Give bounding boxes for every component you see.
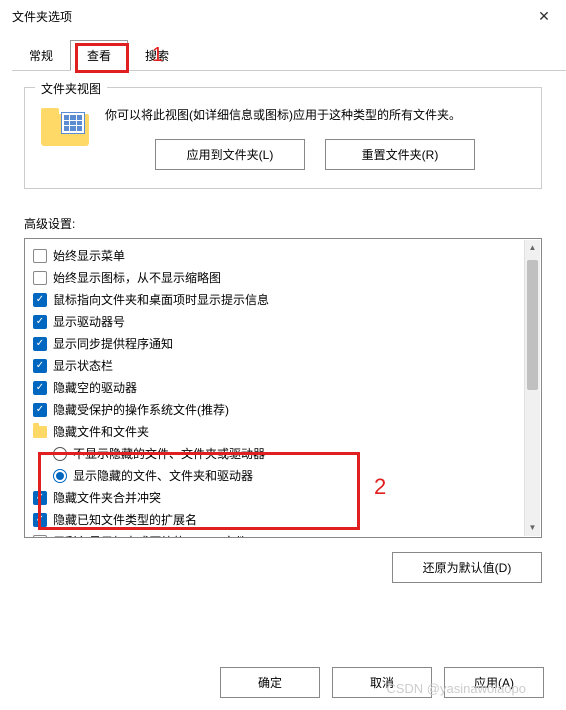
ok-button[interactable]: 确定 <box>220 667 320 698</box>
advanced-settings-tree: 始终显示菜单 始终显示图标，从不显示缩略图 鼠标指向文件夹和桌面项时显示提示信息… <box>24 238 542 538</box>
annotation-label-2: 2 <box>374 474 386 500</box>
tree-item: 不显示隐藏的文件、文件夹或驱动器 <box>53 443 533 465</box>
tree-item: 隐藏受保护的操作系统文件(推荐) <box>33 399 533 421</box>
scrollbar[interactable]: ▲ ▼ <box>524 240 540 536</box>
dialog-button-row: 确定 取消 应用(A) <box>220 667 544 698</box>
folder-view-group: 文件夹视图 你可以将此视图(如详细信息或图标)应用于这种类型的所有文件夹。 应用… <box>24 87 542 189</box>
advanced-settings-label: 高级设置: <box>24 215 542 232</box>
radio[interactable] <box>53 447 67 461</box>
title-bar: 文件夹选项 ✕ <box>0 0 566 32</box>
tree-item: 显示隐藏的文件、文件夹和驱动器 <box>53 465 533 487</box>
checkbox[interactable] <box>33 535 47 538</box>
tree-item: 隐藏已知文件类型的扩展名 <box>33 509 533 531</box>
tab-strip: 常规 查看 搜索 <box>12 40 566 71</box>
close-icon[interactable]: ✕ <box>534 8 554 25</box>
scroll-up-icon[interactable]: ▲ <box>525 240 540 256</box>
tree-group-hidden-files: 隐藏文件和文件夹 <box>33 421 533 443</box>
tree-item: 隐藏空的驱动器 <box>33 377 533 399</box>
apply-to-folders-button[interactable]: 应用到文件夹(L) <box>155 139 305 170</box>
checkbox[interactable] <box>33 315 47 329</box>
restore-defaults-button[interactable]: 还原为默认值(D) <box>392 552 542 583</box>
checkbox[interactable] <box>33 337 47 351</box>
checkbox[interactable] <box>33 359 47 373</box>
checkbox[interactable] <box>33 381 47 395</box>
folder-icon <box>41 106 89 146</box>
folder-view-label: 文件夹视图 <box>35 80 107 97</box>
scroll-down-icon[interactable]: ▼ <box>525 520 540 536</box>
tree-item: 始终显示图标，从不显示缩略图 <box>33 267 533 289</box>
tree-item: 显示驱动器号 <box>33 311 533 333</box>
checkbox[interactable] <box>33 293 47 307</box>
apply-button[interactable]: 应用(A) <box>444 667 544 698</box>
tree-item: 始终显示菜单 <box>33 245 533 267</box>
folder-view-text: 你可以将此视图(如详细信息或图标)应用于这种类型的所有文件夹。 <box>105 106 525 125</box>
checkbox[interactable] <box>33 513 47 527</box>
checkbox[interactable] <box>33 403 47 417</box>
checkbox[interactable] <box>33 271 47 285</box>
reset-folders-button[interactable]: 重置文件夹(R) <box>325 139 475 170</box>
annotation-label-1: 1 <box>152 44 163 67</box>
tree-item: 鼠标指向文件夹和桌面项时显示提示信息 <box>33 289 533 311</box>
radio[interactable] <box>53 469 67 483</box>
tab-panel-view: 文件夹视图 你可以将此视图(如详细信息或图标)应用于这种类型的所有文件夹。 应用… <box>0 71 566 599</box>
folder-icon <box>33 426 47 438</box>
tree-item: 显示同步提供程序通知 <box>33 333 533 355</box>
tab-view[interactable]: 查看 <box>70 40 128 71</box>
tab-general[interactable]: 常规 <box>12 40 70 70</box>
tree-item: 用彩色显示加密或压缩的 NTFS 文件 <box>33 531 533 538</box>
scrollbar-thumb[interactable] <box>527 260 538 390</box>
tree-item: 显示状态栏 <box>33 355 533 377</box>
tree-item: 隐藏文件夹合并冲突 <box>33 487 533 509</box>
window-title: 文件夹选项 <box>12 8 72 25</box>
checkbox[interactable] <box>33 249 47 263</box>
checkbox[interactable] <box>33 491 47 505</box>
cancel-button[interactable]: 取消 <box>332 667 432 698</box>
